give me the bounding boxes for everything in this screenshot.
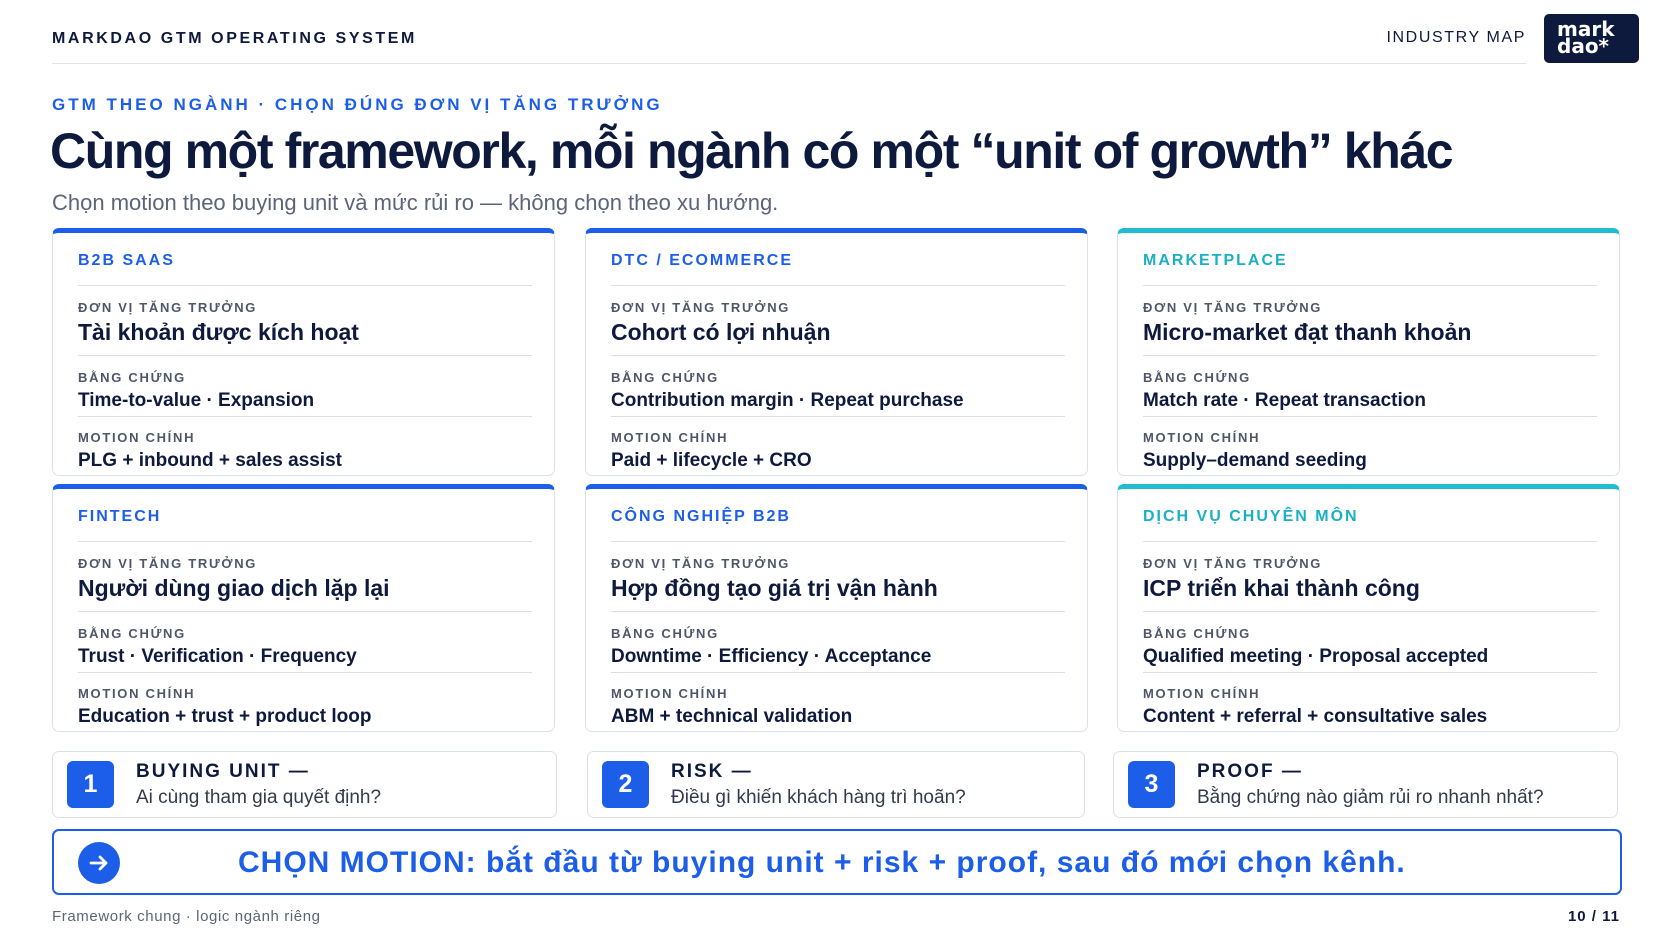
proof-field: BẰNG CHỨNG Qualified meeting · Proposal … [1143,612,1597,673]
industry-card-marketplace: MARKETPLACE ĐƠN VỊ TĂNG TRƯỞNG Micro-mar… [1117,228,1620,476]
proof-field: BẰNG CHỨNG Contribution margin · Repeat … [611,356,1065,417]
footer-caption: Framework chung · logic ngành riêng [52,908,321,925]
callout-text: CHỌN MOTION: bắt đầu từ buying unit + ri… [238,846,1406,879]
question-card-risk: 2 RISK — Điều gì khiến khách hàng trì ho… [587,751,1085,818]
proof-value: Downtime · Efficiency · Acceptance [611,646,932,667]
logo-line-2: dao* [1557,34,1610,58]
industry-name: FINTECH [78,508,532,542]
proof-field: BẰNG CHỨNG Match rate · Repeat transacti… [1143,356,1597,417]
question-title: BUYING UNIT — [136,761,310,782]
motion-label: MOTION CHÍNH [611,686,729,701]
unit-value: Cohort có lợi nhuận [611,319,831,345]
unit-value: Tài khoản được kích hoạt [78,319,359,345]
motion-value: ABM + technical validation [611,706,853,727]
industry-name: MARKETPLACE [1143,252,1597,286]
arrow-right-circle-icon [78,842,120,884]
proof-label: BẰNG CHỨNG [611,626,719,641]
proof-value: Match rate · Repeat transaction [1143,390,1426,411]
proof-value: Trust · Verification · Frequency [78,646,357,667]
unit-field: ĐƠN VỊ TĂNG TRƯỞNG Hợp đồng tạo giá trị … [611,542,1065,612]
motion-field: MOTION CHÍNH ABM + technical validation [611,673,1065,728]
proof-value: Time-to-value · Expansion [78,390,315,411]
motion-value: Paid + lifecycle + CRO [611,450,812,471]
motion-label: MOTION CHÍNH [1143,686,1261,701]
proof-label: BẰNG CHỨNG [78,626,186,641]
industry-name: B2B SAAS [78,252,532,286]
proof-value: Contribution margin · Repeat purchase [611,390,964,411]
unit-label: ĐƠN VỊ TĂNG TRƯỞNG [611,556,791,571]
proof-label: BẰNG CHỨNG [1143,370,1251,385]
unit-field: ĐƠN VỊ TĂNG TRƯỞNG ICP triển khai thành … [1143,542,1597,612]
unit-value: Hợp đồng tạo giá trị vận hành [611,575,938,601]
proof-label: BẰNG CHỨNG [78,370,186,385]
proof-field: BẰNG CHỨNG Time-to-value · Expansion [78,356,532,417]
motion-field: MOTION CHÍNH Education + trust + product… [78,673,532,728]
motion-value: Education + trust + product loop [78,706,372,727]
question-card-buying-unit: 1 BUYING UNIT — Ai cùng tham gia quyết đ… [52,751,557,818]
unit-label: ĐƠN VỊ TĂNG TRƯỞNG [1143,300,1323,315]
proof-value: Qualified meeting · Proposal accepted [1143,646,1489,667]
page-subtitle: Chọn motion theo buying unit và mức rủi … [52,190,779,215]
unit-field: ĐƠN VỊ TĂNG TRƯỞNG Tài khoản được kích h… [78,286,532,356]
motion-callout-banner: CHỌN MOTION: bắt đầu từ buying unit + ri… [52,829,1622,895]
page-number: 10 / 11 [1567,908,1620,925]
industry-name: CÔNG NGHIỆP B2B [611,508,1065,542]
unit-label: ĐƠN VỊ TĂNG TRƯỞNG [78,300,258,315]
motion-value: PLG + inbound + sales assist [78,450,342,471]
unit-label: ĐƠN VỊ TĂNG TRƯỞNG [611,300,791,315]
unit-label: ĐƠN VỊ TĂNG TRƯỞNG [1143,556,1323,571]
motion-label: MOTION CHÍNH [1143,430,1261,445]
question-desc: Bằng chứng nào giảm rủi ro nhanh nhất? [1197,787,1544,808]
motion-label: MOTION CHÍNH [78,430,196,445]
motion-label: MOTION CHÍNH [611,430,729,445]
unit-value: ICP triển khai thành công [1143,575,1420,601]
proof-label: BẰNG CHỨNG [1143,626,1251,641]
question-title: RISK — [671,761,753,782]
industry-card-b2b-saas: B2B SAAS ĐƠN VỊ TĂNG TRƯỞNG Tài khoản đư… [52,228,555,476]
unit-value: Micro-market đạt thanh khoản [1143,319,1472,345]
eyebrow: GTM THEO NGÀNH · CHỌN ĐÚNG ĐƠN VỊ TĂNG T… [52,95,663,114]
industry-card-professional-services: DỊCH VỤ CHUYÊN MÔN ĐƠN VỊ TĂNG TRƯỞNG IC… [1117,484,1620,732]
step-number-badge: 1 [67,761,114,808]
brand-logo: mark dao* [1544,14,1639,63]
unit-field: ĐƠN VỊ TĂNG TRƯỞNG Micro-market đạt than… [1143,286,1597,356]
motion-field: MOTION CHÍNH Supply–demand seeding [1143,417,1597,472]
motion-value: Supply–demand seeding [1143,450,1367,471]
industry-card-fintech: FINTECH ĐƠN VỊ TĂNG TRƯỞNG Người dùng gi… [52,484,555,732]
question-card-proof: 3 PROOF — Bằng chứng nào giảm rủi ro nha… [1113,751,1618,818]
industry-name: DỊCH VỤ CHUYÊN MÔN [1143,508,1597,542]
brand-title: MARKDAO GTM OPERATING SYSTEM [52,30,417,47]
proof-field: BẰNG CHỨNG Downtime · Efficiency · Accep… [611,612,1065,673]
industry-card-industrial-b2b: CÔNG NGHIỆP B2B ĐƠN VỊ TĂNG TRƯỞNG Hợp đ… [585,484,1088,732]
industry-name: DTC / ECOMMERCE [611,252,1065,286]
unit-label: ĐƠN VỊ TĂNG TRƯỞNG [78,556,258,571]
section-tag: INDUSTRY MAP [1386,29,1526,46]
motion-field: MOTION CHÍNH Content + referral + consul… [1143,673,1597,728]
proof-field: BẰNG CHỨNG Trust · Verification · Freque… [78,612,532,673]
unit-value: Người dùng giao dịch lặp lại [78,575,390,601]
question-title: PROOF — [1197,761,1303,782]
motion-label: MOTION CHÍNH [78,686,196,701]
unit-field: ĐƠN VỊ TĂNG TRƯỞNG Người dùng giao dịch … [78,542,532,612]
step-number-badge: 3 [1128,761,1175,808]
page-title: Cùng một framework, mỗi ngành có một “un… [50,123,1454,179]
motion-value: Content + referral + consultative sales [1143,706,1488,727]
top-bar: MARKDAO GTM OPERATING SYSTEM INDUSTRY MA… [52,26,1526,64]
step-number-badge: 2 [602,761,649,808]
motion-field: MOTION CHÍNH PLG + inbound + sales assis… [78,417,532,472]
unit-field: ĐƠN VỊ TĂNG TRƯỞNG Cohort có lợi nhuận [611,286,1065,356]
motion-field: MOTION CHÍNH Paid + lifecycle + CRO [611,417,1065,472]
proof-label: BẰNG CHỨNG [611,370,719,385]
industry-card-dtc-ecommerce: DTC / ECOMMERCE ĐƠN VỊ TĂNG TRƯỞNG Cohor… [585,228,1088,476]
question-desc: Ai cùng tham gia quyết định? [136,787,382,808]
question-desc: Điều gì khiến khách hàng trì hoãn? [671,787,966,808]
